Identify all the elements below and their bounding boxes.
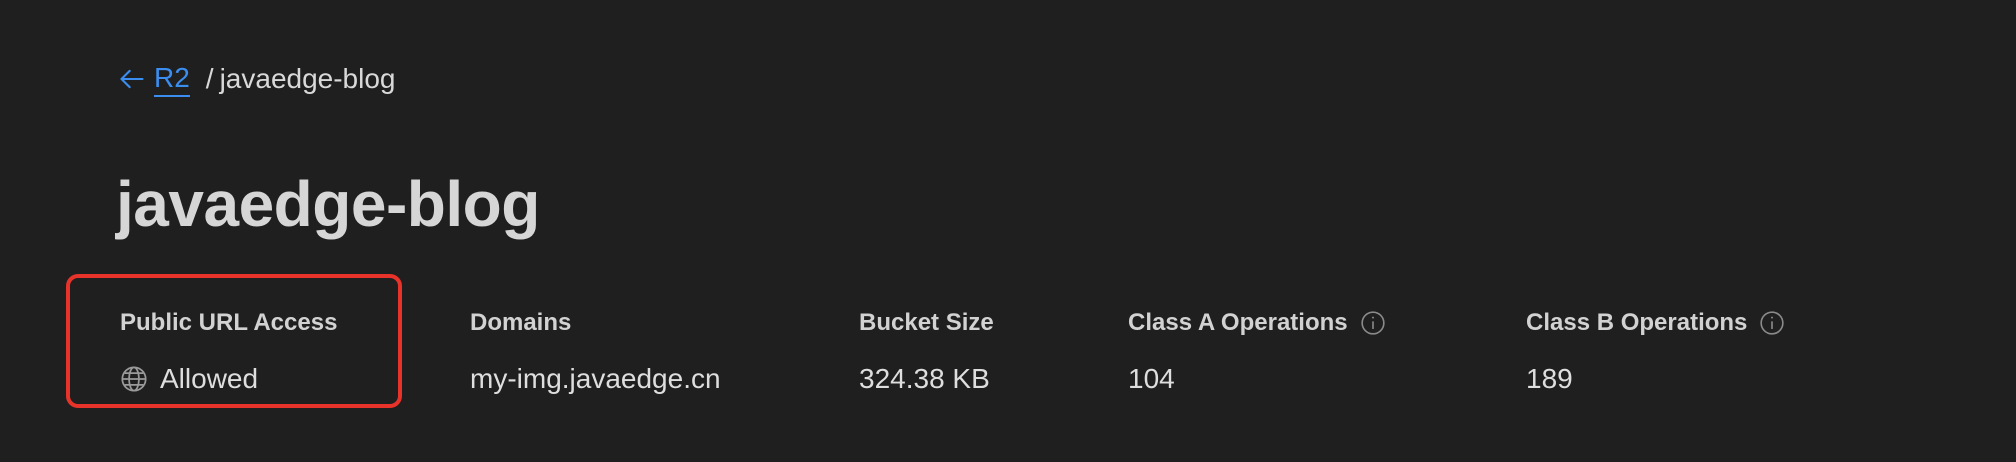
info-icon[interactable]	[1759, 310, 1785, 336]
stat-value-domains: my-img.javaedge.cn	[470, 363, 721, 394]
stat-public-url-access: Public URL Access Allowed	[120, 306, 337, 398]
stat-value-row-public-url-access: Allowed	[120, 360, 337, 398]
stat-label-class-b-operations: Class B Operations	[1526, 309, 1748, 336]
stat-label-row-class-b: Class B Operations	[1526, 306, 1785, 340]
info-icon[interactable]	[1360, 310, 1386, 336]
breadcrumb-current: javaedge-blog	[219, 63, 396, 94]
stat-label-bucket-size: Bucket Size	[859, 309, 994, 336]
stat-label-class-a-operations: Class A Operations	[1128, 309, 1348, 336]
stat-value-class-a-operations: 104	[1128, 363, 1175, 394]
page-title: javaedge-blog	[116, 168, 540, 240]
stat-value-public-url-access: Allowed	[160, 363, 259, 394]
back-link-r2[interactable]: R2	[118, 62, 190, 97]
stat-value-bucket-size: 324.38 KB	[859, 363, 990, 394]
stat-class-b-operations: Class B Operations 189	[1526, 306, 1785, 398]
stat-class-a-operations: Class A Operations 104	[1128, 306, 1386, 398]
stat-value-class-b-operations: 189	[1526, 363, 1573, 394]
breadcrumb-separator: /	[205, 63, 214, 94]
breadcrumb-back-label[interactable]: R2	[154, 62, 190, 97]
stat-label-public-url-access: Public URL Access	[120, 309, 338, 336]
stat-domains: Domains my-img.javaedge.cn	[470, 306, 721, 398]
stat-bucket-size: Bucket Size 324.38 KB	[859, 306, 994, 398]
globe-icon	[121, 366, 147, 392]
stat-label-domains: Domains	[470, 309, 572, 336]
breadcrumb: R2 / javaedge-blog	[118, 58, 396, 100]
stat-label-row-class-a: Class A Operations	[1128, 306, 1386, 340]
arrow-left-icon	[120, 69, 144, 89]
